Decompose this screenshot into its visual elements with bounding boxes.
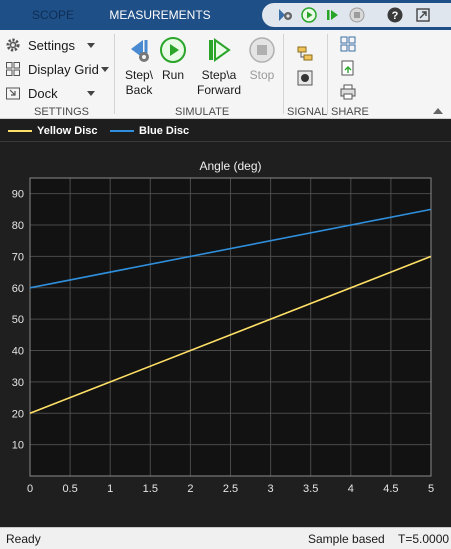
tab-strip: SCOPE MEASUREMENTS ?	[0, 0, 451, 30]
y-tick-label: 50	[12, 314, 24, 326]
print-icon[interactable]	[338, 82, 358, 102]
tab-measurements[interactable]: MEASUREMENTS	[106, 0, 214, 30]
signal-highlight-icon[interactable]	[295, 68, 315, 88]
x-tick-label: 2.5	[223, 483, 238, 495]
share-section-label: SHARE	[331, 106, 369, 118]
legend-label: Yellow Disc	[37, 125, 98, 137]
status-mode: Sample based	[308, 532, 385, 546]
grid-icon	[4, 60, 22, 78]
copy-to-clipboard-icon[interactable]	[338, 58, 358, 78]
dock-label: Dock	[28, 85, 58, 101]
stop-icon	[248, 36, 276, 64]
settings-section-label: SETTINGS	[34, 106, 90, 118]
legend-label: Blue Disc	[139, 125, 190, 137]
x-tick-label: 0.5	[62, 483, 77, 495]
x-tick-label: 5	[428, 483, 434, 495]
legend: Yellow Disc Blue Disc	[0, 120, 451, 142]
run-icon	[159, 36, 187, 64]
legend-item-blue-disc[interactable]: Blue Disc	[110, 120, 189, 142]
debug-icon[interactable]	[276, 6, 294, 24]
y-tick-label: 40	[12, 346, 24, 358]
status-bar: Ready Sample based T=5.0000	[0, 527, 451, 549]
x-tick-label: 4.5	[383, 483, 398, 495]
angle-plot[interactable]: 0 0.5 1 1.5 2 2.5 3 3.5 4 4.5 5 10 20 30 40 50 60 70 80 90 A…	[0, 143, 451, 526]
x-tick-label: 1.5	[143, 483, 158, 495]
legend-item-yellow-disc[interactable]: Yellow Disc	[8, 120, 98, 142]
legend-swatch	[8, 130, 32, 132]
settings-label: Settings	[28, 37, 75, 53]
y-tick-label: 60	[12, 283, 24, 295]
x-tick-label: 2	[187, 483, 193, 495]
step-forward-button[interactable]: Step\a Forward	[193, 36, 245, 102]
y-tick-label: 20	[12, 408, 24, 420]
section-divider	[327, 34, 328, 114]
dock-button[interactable]: Dock	[4, 82, 58, 104]
x-tick-label: 4	[348, 483, 354, 495]
display-grid-button[interactable]: Display Grid	[4, 58, 99, 80]
tab-scope[interactable]: SCOPE	[0, 0, 106, 30]
quick-access-toolbar: ?	[262, 3, 451, 27]
help-icon[interactable]: ?	[386, 6, 404, 24]
ribbon: Settings Display Grid Dock SETTINGS Step…	[0, 30, 451, 119]
y-tick-label: 10	[12, 440, 24, 452]
run-button[interactable]: Run	[150, 36, 196, 102]
y-tick-label: 80	[12, 220, 24, 232]
step-forward-label: Step\a Forward	[196, 68, 241, 97]
x-tick-label: 3.5	[303, 483, 318, 495]
gear-icon	[4, 36, 22, 54]
status-time: T=5.0000	[398, 532, 450, 546]
step-forward-icon[interactable]	[324, 6, 342, 24]
x-tick-label: 0	[27, 483, 33, 495]
stop-button[interactable]: Stop	[239, 36, 285, 102]
plot-area: 0 0.5 1 1.5 2 2.5 3 3.5 4 4.5 5 10 20 30 40 50 60 70 80 90 A…	[0, 143, 451, 526]
display-grid-dropdown-icon[interactable]	[101, 67, 109, 72]
y-tick-label: 70	[12, 251, 24, 263]
dock-icon	[4, 84, 22, 102]
collapse-ribbon-icon[interactable]	[433, 108, 443, 114]
y-tick-label: 90	[12, 189, 24, 201]
step-back-icon	[125, 36, 153, 64]
x-tick-label: 3	[268, 483, 274, 495]
svg-text:?: ?	[392, 10, 399, 22]
y-tick-label: 30	[12, 377, 24, 389]
status-ready: Ready	[6, 532, 41, 546]
step-forward-icon	[205, 36, 233, 64]
chart-title: Angle (deg)	[199, 159, 261, 173]
section-divider	[283, 34, 284, 114]
x-tick-label: 1	[107, 483, 113, 495]
stop-icon[interactable]	[348, 6, 366, 24]
undock-icon[interactable]	[414, 6, 432, 24]
copy-display-icon[interactable]	[338, 34, 358, 54]
settings-dropdown-icon[interactable]	[87, 43, 95, 48]
display-grid-label: Display Grid	[28, 61, 99, 77]
dock-dropdown-icon[interactable]	[87, 91, 95, 96]
signal-select-icon[interactable]	[295, 44, 315, 64]
settings-button[interactable]: Settings	[4, 34, 75, 56]
signal-section-label: SIGNAL	[287, 106, 328, 118]
run-icon[interactable]	[300, 6, 318, 24]
simulate-section-label: SIMULATE	[175, 106, 230, 118]
section-divider	[114, 34, 115, 114]
stop-label: Stop	[249, 68, 275, 82]
run-label: Run	[161, 68, 184, 82]
legend-swatch	[110, 130, 134, 132]
